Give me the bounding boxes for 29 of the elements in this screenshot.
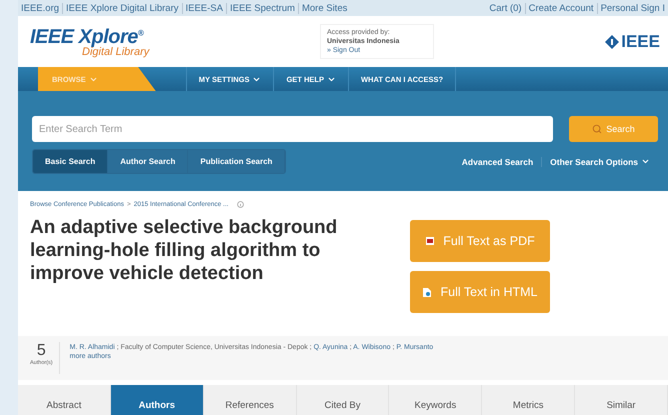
section-tab[interactable]: Keywords bbox=[389, 385, 482, 415]
other-search-options-link[interactable]: Other Search Options bbox=[542, 156, 658, 166]
document-icon bbox=[422, 286, 432, 298]
diamond-logo-icon bbox=[605, 34, 620, 49]
pdf-icon bbox=[425, 236, 436, 246]
top-link[interactable]: IEEE-SA bbox=[182, 2, 226, 14]
top-link[interactable]: More Sites bbox=[298, 2, 350, 14]
advanced-search-link[interactable]: Advanced Search bbox=[454, 156, 542, 166]
info-icon bbox=[237, 201, 244, 208]
article-title: An adaptive selective background learning-hole filling algorithm to improve vehicle detection bbox=[30, 216, 338, 286]
search-mode-tab[interactable]: Publication Search bbox=[188, 150, 286, 173]
chevron-down-icon bbox=[641, 157, 650, 166]
top-link[interactable]: Personal Sign I bbox=[596, 2, 668, 14]
brand-logo-text[interactable]: IEEE bbox=[621, 32, 660, 52]
search-field[interactable]: Enter Search Term bbox=[32, 116, 553, 142]
search-mode-tab[interactable]: Author Search bbox=[108, 150, 188, 173]
author-count: 5 bbox=[36, 342, 46, 360]
search-icon bbox=[592, 124, 602, 134]
top-link[interactable]: Cart (0) bbox=[486, 2, 525, 14]
top-link[interactable]: Create Account bbox=[524, 2, 597, 14]
section-tab[interactable]: Similar bbox=[575, 385, 668, 415]
top-link[interactable]: IEEE Xplore Digital Library bbox=[62, 2, 182, 14]
section-tab[interactable]: Cited By bbox=[296, 385, 390, 415]
section-tab[interactable]: References bbox=[204, 385, 297, 415]
section-tab[interactable]: Metrics bbox=[482, 385, 576, 415]
search-mode-tab[interactable]: Basic Search bbox=[33, 150, 108, 173]
section-tab[interactable]: Authors bbox=[110, 385, 204, 415]
top-link[interactable]: IEEE.org bbox=[18, 2, 62, 14]
top-link[interactable]: IEEE Spectrum bbox=[226, 2, 298, 14]
